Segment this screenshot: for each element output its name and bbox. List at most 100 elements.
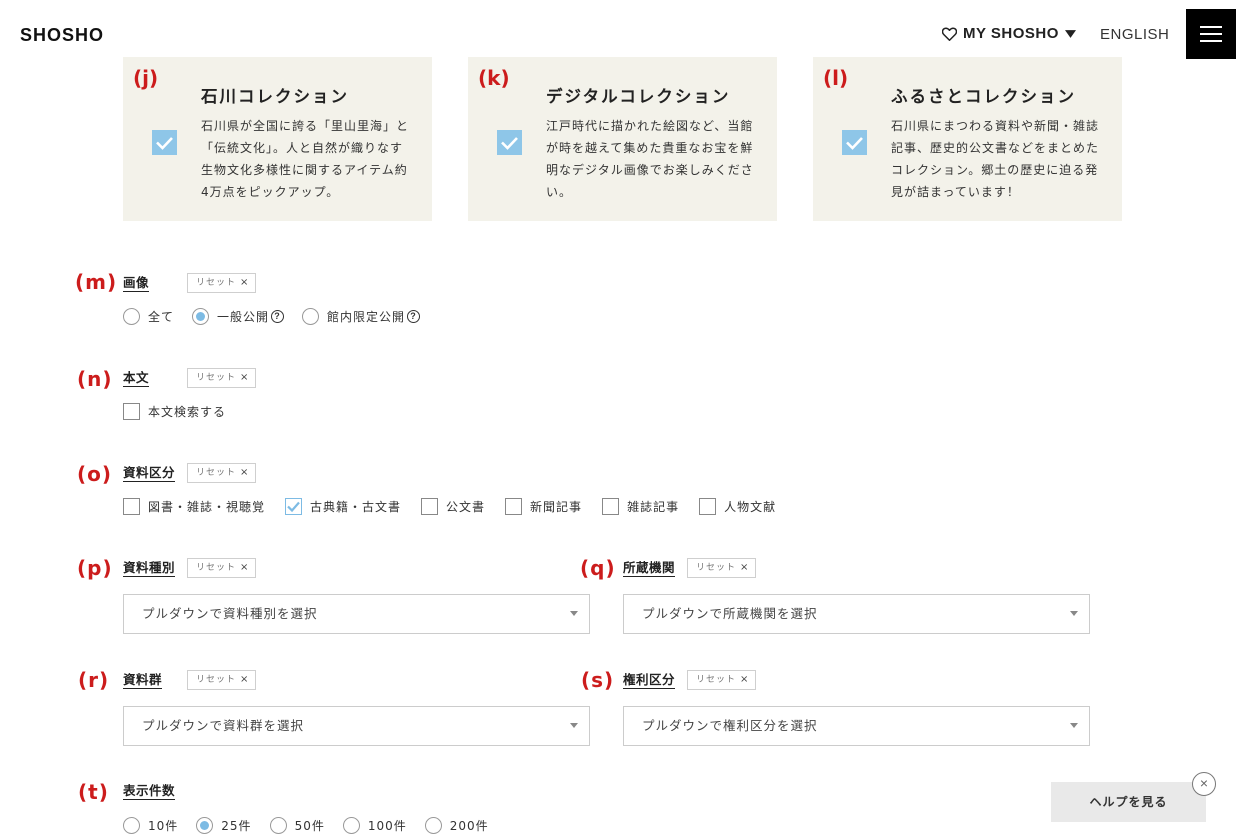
reset-label: リセット <box>196 675 237 685</box>
checkbox-public-documents[interactable]: 公文書 <box>421 498 485 515</box>
radio-label: 館内限定公開 <box>327 310 406 324</box>
holding-org-reset-button[interactable]: リセット × <box>687 558 757 578</box>
material-class-reset-button[interactable]: リセット × <box>187 463 257 483</box>
collection-description: 江戸時代に描かれた絵図など、当館が時を越えて集めた貴重なお宝を鮮明なデジタル画像… <box>546 119 754 199</box>
select-placeholder: プルダウンで所蔵機関を選択 <box>642 606 818 621</box>
checkmark-icon <box>287 501 300 513</box>
annotation-marker: (j) <box>133 66 159 90</box>
radio-label: 25件 <box>221 819 252 833</box>
radio-label: 全て <box>148 310 175 324</box>
collection-card-furusato[interactable]: (l) ふるさとコレクション 石川県にまつわる資料や新聞・雑誌記事、歴史的公文書… <box>813 57 1122 221</box>
site-logo[interactable]: SHOSHO <box>20 25 104 46</box>
radio-count-100[interactable]: 100件 <box>342 817 407 834</box>
annotation-marker: (o) <box>77 462 113 486</box>
fulltext-reset-button[interactable]: リセット × <box>187 368 257 388</box>
radio-count-10[interactable]: 10件 <box>123 817 178 834</box>
fulltext-filter-label: 本文 <box>123 370 150 387</box>
close-icon: × <box>740 674 750 685</box>
radio-in-library[interactable]: 館内限定公開? <box>302 308 421 325</box>
annotation-marker: (m) <box>75 270 118 294</box>
collection-title: デジタルコレクション <box>546 87 731 106</box>
checkbox-square <box>123 403 140 420</box>
caret-down-icon <box>1064 29 1076 38</box>
checkbox-label: 公文書 <box>446 500 486 514</box>
radio-count-200[interactable]: 200件 <box>424 817 489 834</box>
checkbox-square <box>699 498 717 515</box>
radio-label: 10件 <box>148 819 179 833</box>
help-close-icon[interactable]: × <box>1192 772 1216 796</box>
checkbox-label: 本文検索する <box>148 405 227 419</box>
material-type-select[interactable]: プルダウンで資料種別を選択 <box>123 594 590 634</box>
radio-public[interactable]: 一般公開? <box>192 308 285 325</box>
my-shosho-menu[interactable]: MY SHOSHO <box>942 25 1076 42</box>
radio-label: 50件 <box>294 819 325 833</box>
close-icon: × <box>240 372 250 383</box>
annotation-marker: (p) <box>77 556 113 580</box>
collection-checkbox[interactable] <box>842 130 867 155</box>
material-group-select[interactable]: プルダウンで資料群を選択 <box>123 706 590 746</box>
checkbox-person[interactable]: 人物文献 <box>699 498 776 515</box>
radio-count-25[interactable]: 25件 <box>196 817 251 834</box>
material-group-filter-label: 資料群 <box>123 672 163 689</box>
hamburger-icon-bar <box>1200 40 1222 42</box>
holding-org-select[interactable]: プルダウンで所蔵機関を選択 <box>623 594 1090 634</box>
material-group-reset-button[interactable]: リセット × <box>187 670 257 690</box>
reset-label: リセット <box>196 563 237 573</box>
close-icon: × <box>740 562 750 573</box>
collection-title: 石川コレクション <box>201 87 349 106</box>
rights-reset-button[interactable]: リセット × <box>687 670 757 690</box>
checkbox-square <box>505 498 523 515</box>
rights-filter-label: 権利区分 <box>623 672 676 689</box>
checkbox-magazine[interactable]: 雑誌記事 <box>602 498 679 515</box>
checkbox-fulltext-search[interactable]: 本文検索する <box>123 403 226 420</box>
radio-all[interactable]: 全て <box>123 308 174 325</box>
checkbox-square <box>123 498 140 515</box>
collection-checkbox[interactable] <box>152 130 177 155</box>
checkbox-square <box>421 498 439 515</box>
hamburger-menu-button[interactable] <box>1186 9 1236 59</box>
help-question-icon[interactable]: ? <box>407 310 421 323</box>
radio-label: 200件 <box>449 819 489 833</box>
annotation-marker: (k) <box>478 66 510 90</box>
material-type-filter-label: 資料種別 <box>123 560 176 577</box>
collection-description: 石川県が全国に誇る「里山里海」と「伝統文化」。人と自然が織りなす生物文化多様性に… <box>201 119 410 199</box>
radio-circle <box>123 308 140 325</box>
collection-card-ishikawa[interactable]: (j) 石川コレクション 石川県が全国に誇る「里山里海」と「伝統文化」。人と自然… <box>123 57 432 221</box>
checkbox-books[interactable]: 図書・雑誌・視聴覚 <box>123 498 265 515</box>
reset-label: リセット <box>696 675 737 685</box>
checkbox-classics[interactable]: 古典籍・古文書 <box>285 498 401 515</box>
hamburger-icon <box>1200 26 1222 28</box>
image-reset-button[interactable]: リセット × <box>187 273 257 293</box>
radio-count-50[interactable]: 50件 <box>269 817 325 834</box>
checkbox-square <box>602 498 620 515</box>
close-icon: × <box>240 674 250 685</box>
radio-circle <box>424 817 442 834</box>
checkbox-label: 図書・雑誌・視聴覚 <box>148 500 266 514</box>
collection-card-digital[interactable]: (k) デジタルコレクション 江戸時代に描かれた絵図など、当館が時を越えて集めた… <box>468 57 777 221</box>
close-icon: × <box>240 562 250 573</box>
fulltext-checkbox-group: 本文検索する <box>123 403 246 420</box>
material-class-filter-label: 資料区分 <box>123 465 176 482</box>
checkmark-icon <box>501 137 518 150</box>
chevron-down-icon <box>570 611 578 616</box>
annotation-marker: (t) <box>78 780 109 804</box>
radio-circle <box>123 817 140 834</box>
collection-checkbox[interactable] <box>497 130 522 155</box>
image-radio-group: 全て 一般公開? 館内限定公開? <box>123 308 438 325</box>
annotation-marker: (s) <box>581 668 615 692</box>
rights-select[interactable]: プルダウンで権利区分を選択 <box>623 706 1090 746</box>
help-question-icon[interactable]: ? <box>271 310 285 323</box>
material-type-reset-button[interactable]: リセット × <box>187 558 257 578</box>
language-switch-english[interactable]: ENGLISH <box>1100 26 1169 43</box>
collection-description: 石川県にまつわる資料や新聞・雑誌記事、歴史的公文書などをまとめたコレクション。郷… <box>891 119 1100 199</box>
annotation-marker: (r) <box>78 668 110 692</box>
checkbox-square-checked <box>285 498 303 515</box>
reset-label: リセット <box>696 563 737 573</box>
checkbox-newspaper[interactable]: 新聞記事 <box>505 498 582 515</box>
display-count-radio-group: 10件 25件 50件 100件 200件 <box>123 817 507 834</box>
collection-title: ふるさとコレクション <box>891 87 1076 106</box>
annotation-marker: (q) <box>580 556 616 580</box>
select-placeholder: プルダウンで資料種別を選択 <box>142 606 318 621</box>
close-icon: × <box>240 277 250 288</box>
help-button[interactable]: ヘルプを見る <box>1051 782 1206 822</box>
